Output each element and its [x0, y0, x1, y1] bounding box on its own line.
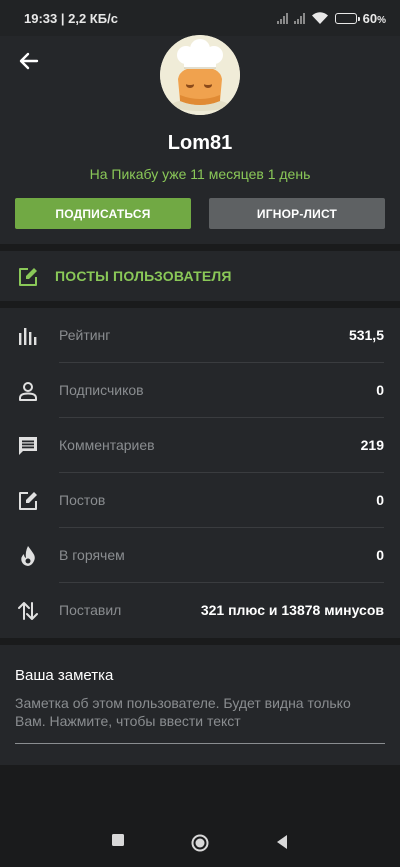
- stats-list: Рейтинг 531,5 Подписчиков 0 Комментариев…: [0, 308, 400, 638]
- status-time: 19:33: [24, 10, 58, 26]
- battery-icon: [334, 12, 360, 24]
- user-posts-label: ПОСТЫ ПОЛЬЗОВАТЕЛЯ: [55, 268, 232, 284]
- back-triangle-icon[interactable]: [275, 834, 289, 850]
- status-left: 19:33 | 2,2 КБ/с: [24, 10, 118, 26]
- status-bar: 19:33 | 2,2 КБ/с 60%: [0, 0, 400, 36]
- edit-icon: [19, 492, 37, 510]
- stat-value: 321 плюс и 13878 минусов: [200, 602, 384, 618]
- edit-icon: [19, 268, 37, 286]
- stat-value: 219: [360, 437, 384, 453]
- chef-carrot-icon: [160, 35, 240, 115]
- system-navigation-bar: [0, 815, 400, 867]
- stat-label: Рейтинг: [59, 327, 111, 343]
- avatar: [160, 35, 240, 115]
- stat-subscribers: Подписчиков 0: [0, 363, 400, 418]
- stat-label: Постов: [59, 492, 106, 508]
- stat-value: 0: [376, 547, 384, 563]
- subscribe-button[interactable]: ПОДПИСАТЬСЯ: [15, 198, 191, 229]
- stat-comments: Комментариев 219: [0, 418, 400, 473]
- battery-percent: 60%: [362, 10, 386, 26]
- username: Lom81: [167, 132, 233, 154]
- wifi-icon: [311, 12, 328, 24]
- swap-vertical-icon: [18, 602, 38, 620]
- ignore-list-button[interactable]: ИГНОР-ЛИСТ: [209, 198, 385, 229]
- recents-square-icon[interactable]: [111, 833, 125, 847]
- comment-icon: [19, 437, 37, 455]
- rating-bars-icon: [19, 328, 37, 345]
- stat-hot: В горячем 0: [0, 528, 400, 583]
- note-input-placeholder[interactable]: Заметка об этом пользователе. Будет видн…: [15, 694, 385, 730]
- fire-icon: [21, 546, 35, 566]
- person-icon: [19, 382, 37, 401]
- stat-label: Комментариев: [59, 437, 155, 453]
- profile-header: Lom81 На Пикабу уже 11 месяцев 1 день ПО…: [0, 35, 400, 244]
- stat-posts: Постов 0: [0, 473, 400, 528]
- note-underline: [15, 743, 385, 744]
- signal-icon: [276, 12, 288, 24]
- home-circle-icon[interactable]: [191, 834, 209, 852]
- signal-icon-2: [293, 12, 305, 24]
- status-speed: 2,2 КБ/с: [68, 10, 118, 26]
- member-since: На Пикабу уже 11 месяцев 1 день: [89, 166, 311, 182]
- note-title: Ваша заметка: [15, 667, 114, 684]
- stat-label: Поставил: [59, 602, 122, 618]
- stat-votes-given: Поставил 321 плюс и 13878 минусов: [0, 583, 400, 638]
- stat-label: В горячем: [59, 547, 125, 563]
- stat-value: 0: [376, 382, 384, 398]
- stat-label: Подписчиков: [59, 382, 144, 398]
- user-posts-link[interactable]: ПОСТЫ ПОЛЬЗОВАТЕЛЯ: [0, 251, 400, 301]
- user-note[interactable]: Ваша заметка Заметка об этом пользовател…: [0, 645, 400, 765]
- stat-value: 531,5: [348, 327, 384, 343]
- stat-value: 0: [376, 492, 384, 508]
- status-right: 60%: [276, 10, 386, 26]
- back-arrow-icon[interactable]: [14, 46, 44, 76]
- stat-rating: Рейтинг 531,5: [0, 308, 400, 363]
